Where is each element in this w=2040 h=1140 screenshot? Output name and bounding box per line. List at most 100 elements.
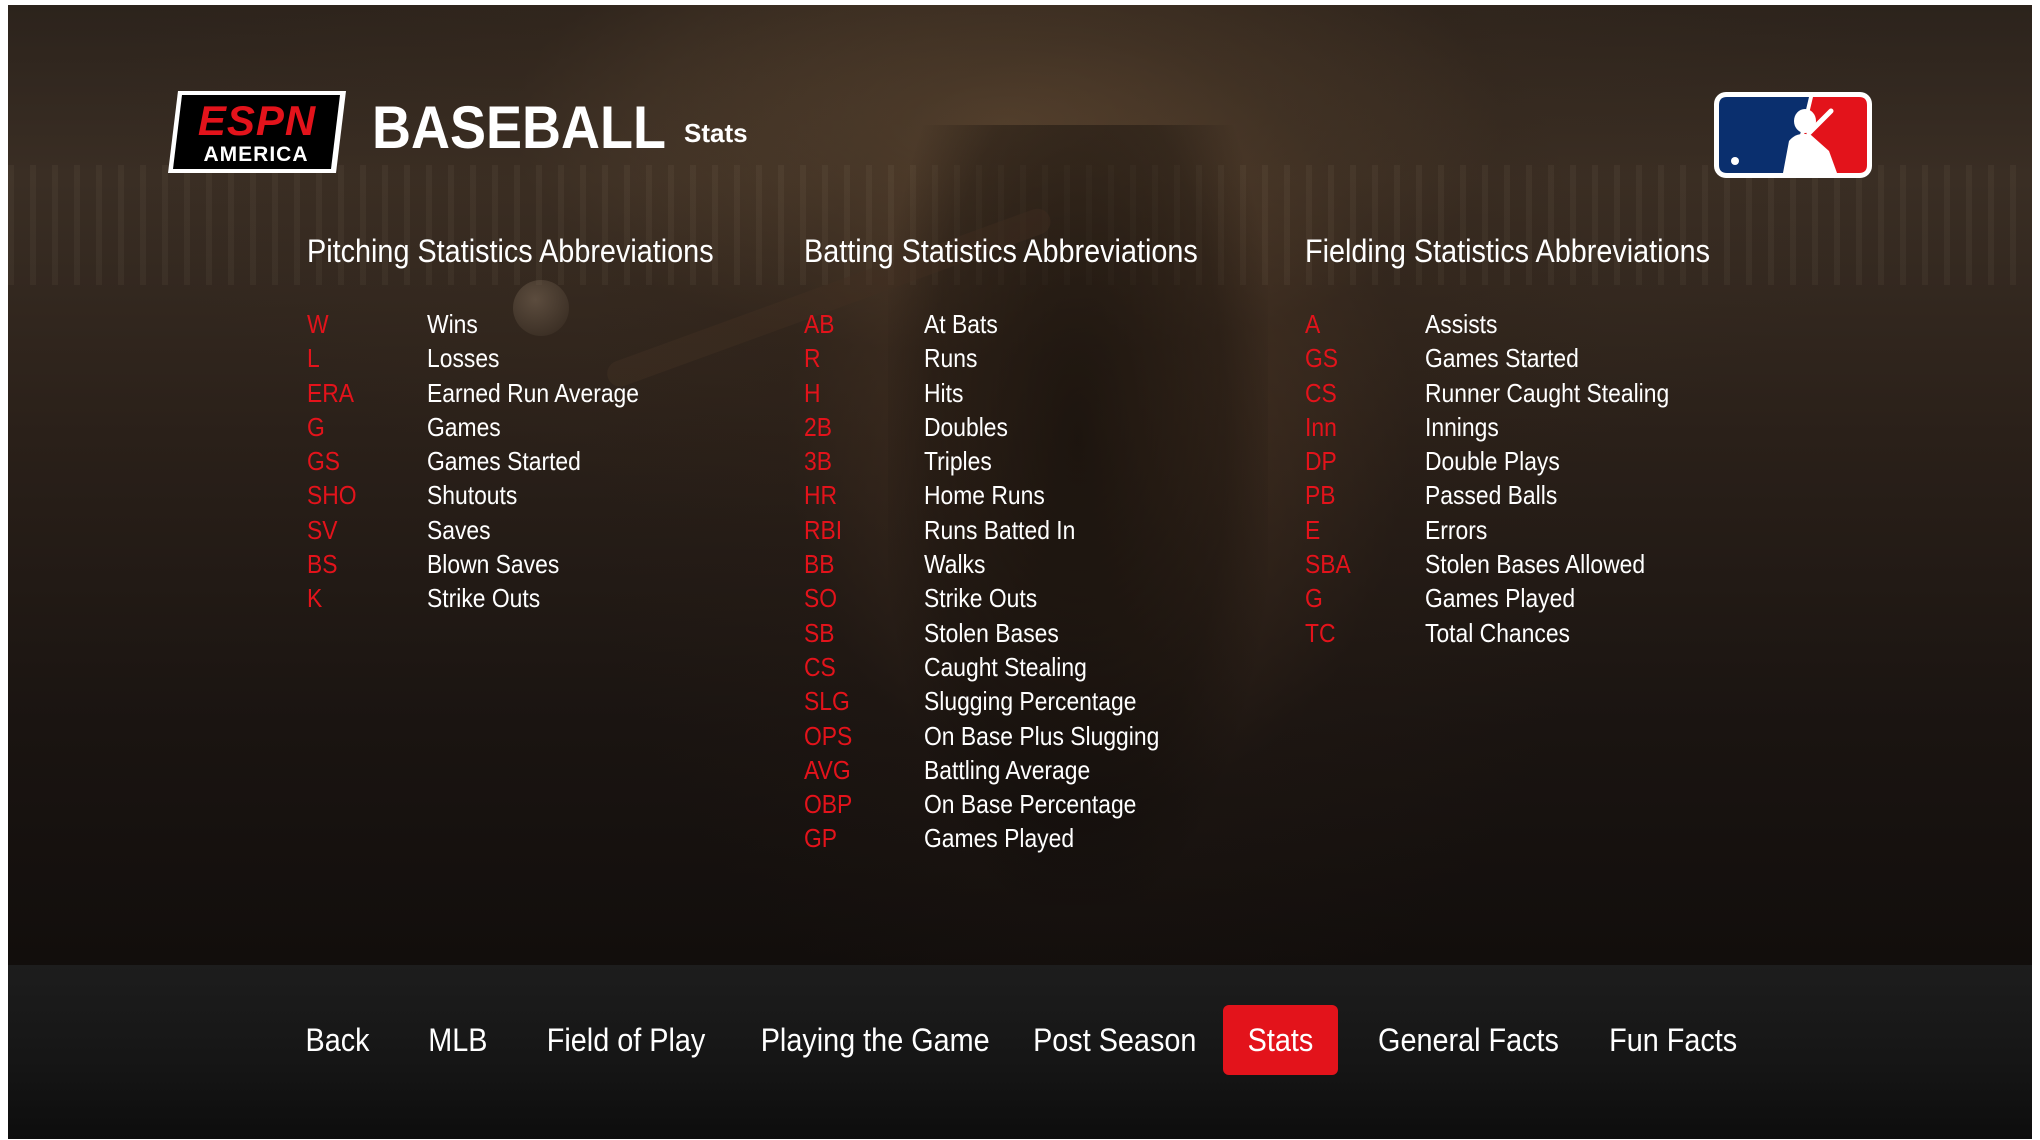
stat-abbreviation: OPS: [804, 720, 853, 751]
nav-playing-the-game-button[interactable]: Playing the Game: [748, 1005, 990, 1075]
stat-abbreviation: R: [804, 343, 821, 374]
stat-abbreviation: E: [1305, 514, 1321, 545]
stat-abbreviation: K: [307, 583, 323, 614]
stat-full-name: Strike Outs: [427, 583, 541, 614]
stat-full-name: Double Plays: [1425, 446, 1560, 477]
nav-post-season-button[interactable]: Post Season: [1024, 1005, 1204, 1075]
batting-stat-row: OPS On Base Plus Slugging: [804, 719, 1264, 753]
stat-full-name: Games Played: [924, 823, 1075, 854]
pitching-stat-row: L Losses: [307, 341, 767, 375]
stat-full-name: Innings: [1425, 411, 1499, 442]
stat-full-name: Assists: [1425, 309, 1498, 339]
batting-stat-row: AB At Bats: [804, 307, 1264, 341]
stat-full-name: On Base Plus Slugging: [924, 720, 1160, 751]
nav-fun-facts-button[interactable]: Fun Facts: [1598, 1005, 1748, 1075]
stat-abbreviation: OBP: [804, 789, 853, 820]
batting-column: Batting Statistics Abbreviations AB At Ba…: [804, 233, 1264, 856]
stat-full-name: Doubles: [924, 411, 1008, 442]
fielding-stat-row: G Games Played: [1305, 581, 1765, 615]
batting-stat-row: SLG Slugging Percentage: [804, 684, 1264, 718]
stat-abbreviation: TC: [1305, 617, 1336, 648]
stat-full-name: Battling Average: [924, 754, 1091, 785]
nav-mlb-button[interactable]: MLB: [413, 1005, 503, 1075]
stat-full-name: Slugging Percentage: [924, 686, 1137, 717]
pitching-stat-row: K Strike Outs: [307, 581, 767, 615]
stat-full-name: Runner Caught Stealing: [1425, 377, 1670, 408]
stat-full-name: Earned Run Average: [427, 377, 640, 408]
fielding-stat-row: GS Games Started: [1305, 341, 1765, 375]
pitching-stat-row: GS Games Started: [307, 444, 767, 478]
espn-america-logo: ESPN AMERICA: [168, 91, 346, 173]
app-screen: ESPN AMERICA BASEBALL Stats Pitching Sta…: [8, 5, 2032, 1139]
stat-abbreviation: RBI: [804, 514, 843, 545]
page-subtitle: Stats: [684, 118, 748, 148]
nav-back-button[interactable]: Back: [288, 1005, 388, 1075]
fielding-heading: Fielding Statistics Abbreviations: [1305, 233, 1710, 269]
fielding-list: A Assists GS Games Started CS Runner Caught S…: [1305, 307, 1765, 650]
pitching-column: Pitching Statistics Abbreviations W Wins L…: [307, 233, 767, 616]
nav-field-of-play-button[interactable]: Field of Play: [536, 1005, 716, 1075]
pitching-stat-row: G Games: [307, 410, 767, 444]
stat-full-name: Total Chances: [1425, 617, 1570, 648]
pitching-stat-row: BS Blown Saves: [307, 547, 767, 581]
stat-abbreviation: SLG: [804, 686, 850, 717]
stat-full-name: Walks: [924, 549, 986, 580]
stat-full-name: Stolen Bases: [924, 617, 1059, 648]
fielding-stat-row: E Errors: [1305, 513, 1765, 547]
pitching-stat-row: SHO Shutouts: [307, 478, 767, 512]
stat-abbreviation: CS: [1305, 377, 1337, 408]
stat-full-name: Home Runs: [924, 480, 1045, 511]
stat-abbreviation: G: [307, 411, 325, 442]
stat-abbreviation: GS: [1305, 343, 1339, 374]
pitching-heading: Pitching Statistics Abbreviations: [307, 233, 714, 269]
stat-abbreviation: CS: [804, 651, 836, 682]
mlb-logo: [1714, 92, 1872, 178]
stat-full-name: Blown Saves: [427, 549, 560, 580]
stat-full-name: Strike Outs: [924, 583, 1038, 614]
stat-full-name: At Bats: [924, 309, 998, 339]
stat-abbreviation: HR: [804, 480, 838, 511]
nav-general-facts-button[interactable]: General Facts: [1368, 1005, 1568, 1075]
stat-full-name: Games Played: [1425, 583, 1576, 614]
stat-abbreviation: AVG: [804, 754, 851, 785]
batting-list: AB At Bats R Runs H Hits 2B Doubles 3B Triples HR H…: [804, 307, 1264, 856]
stat-abbreviation: W: [307, 309, 329, 339]
stat-full-name: Shutouts: [427, 480, 518, 511]
stat-abbreviation: GP: [804, 823, 838, 854]
fielding-stat-row: PB Passed Balls: [1305, 478, 1765, 512]
stat-abbreviation: ERA: [307, 377, 355, 408]
fielding-stat-row: TC Total Chances: [1305, 616, 1765, 650]
batting-stat-row: H Hits: [804, 376, 1264, 410]
stat-full-name: Games: [427, 411, 501, 442]
stat-abbreviation: Inn: [1305, 411, 1337, 442]
stat-full-name: Triples: [924, 446, 992, 477]
stat-full-name: Wins: [427, 309, 478, 339]
stat-abbreviation: G: [1305, 583, 1323, 614]
batting-stat-row: OBP On Base Percentage: [804, 787, 1264, 821]
stat-abbreviation: PB: [1305, 480, 1336, 511]
batting-stat-row: SO Strike Outs: [804, 581, 1264, 615]
stat-abbreviation: GS: [307, 446, 341, 477]
stat-abbreviation: A: [1305, 309, 1321, 339]
batting-stat-row: 2B Doubles: [804, 410, 1264, 444]
batting-stat-row: SB Stolen Bases: [804, 616, 1264, 650]
stat-full-name: Losses: [427, 343, 500, 374]
stat-abbreviation: SBA: [1305, 549, 1351, 580]
stat-abbreviation: 3B: [804, 446, 832, 477]
fielding-stat-row: SBA Stolen Bases Allowed: [1305, 547, 1765, 581]
page-title: BASEBALL: [372, 94, 667, 161]
pitching-list: W Wins L Losses ERA Earned Run Average G Games G…: [307, 307, 767, 616]
fielding-stat-row: Inn Innings: [1305, 410, 1765, 444]
batting-stat-row: R Runs: [804, 341, 1264, 375]
batting-stat-row: AVG Battling Average: [804, 753, 1264, 787]
fielding-stat-row: DP Double Plays: [1305, 444, 1765, 478]
stat-abbreviation: AB: [804, 309, 835, 339]
stat-full-name: Saves: [427, 514, 491, 545]
stat-abbreviation: SO: [804, 583, 838, 614]
stat-full-name: On Base Percentage: [924, 789, 1137, 820]
america-logo-text: AMERICA: [204, 143, 309, 166]
stat-abbreviation: BS: [307, 549, 338, 580]
stat-full-name: Hits: [924, 377, 964, 408]
espn-logo-text: ESPN: [198, 97, 317, 144]
nav-stats-button[interactable]: Stats: [1223, 1005, 1338, 1075]
